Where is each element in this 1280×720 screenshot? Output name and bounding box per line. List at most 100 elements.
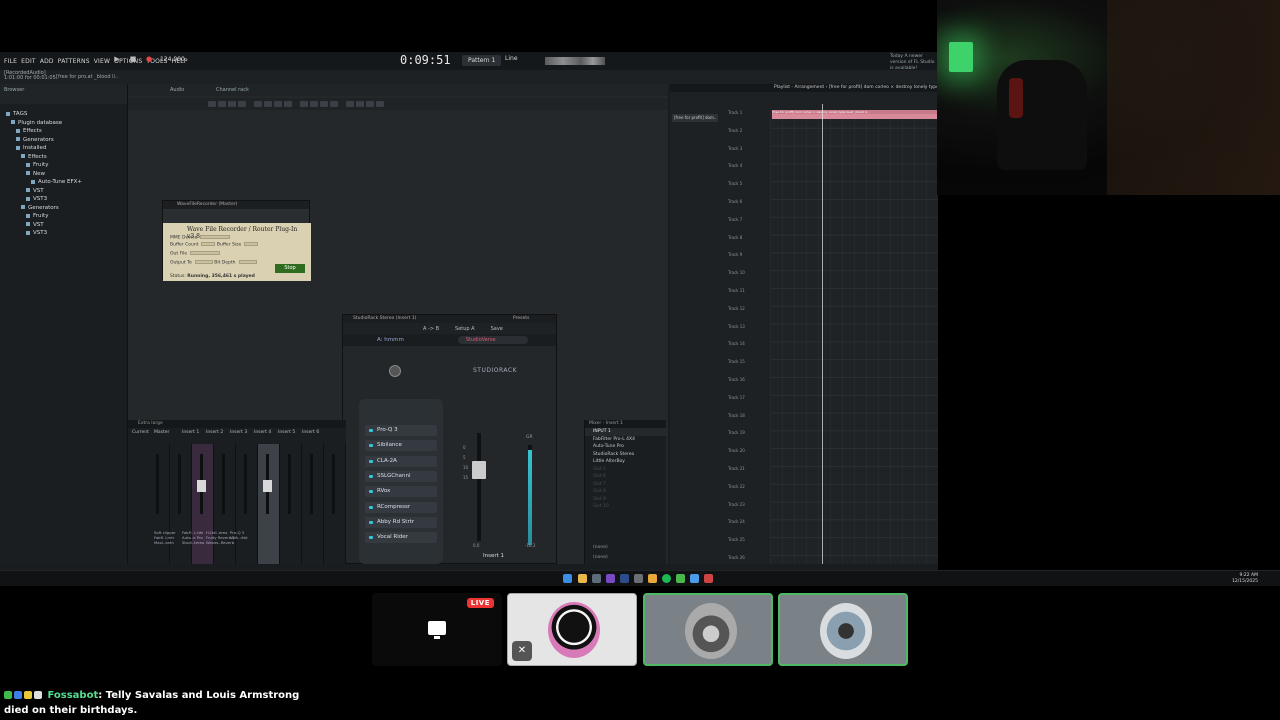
chat-username[interactable]: Fossabot	[47, 690, 98, 701]
mixer-track-label[interactable]: Insert 3	[230, 430, 247, 435]
tempo-display[interactable]: 124.000	[160, 56, 185, 63]
step-button[interactable]	[238, 101, 246, 107]
track-header[interactable]: Track 5	[728, 181, 768, 199]
menu-view[interactable]: VIEW	[94, 58, 110, 65]
participant-tile-1[interactable]: ✕	[507, 593, 637, 666]
participant-tile-3[interactable]	[778, 593, 908, 666]
playlist-title[interactable]: Playlist - Arrangement › [free for profi…	[670, 84, 938, 92]
file-explorer-icon[interactable]	[578, 574, 587, 583]
track-header[interactable]: Track 2	[728, 128, 768, 146]
step-button[interactable]	[366, 101, 374, 107]
app-icon-4[interactable]	[634, 574, 643, 583]
song-time-display[interactable]: 0:09:51	[400, 53, 451, 67]
plugin-slot[interactable]: RCompressr	[365, 501, 437, 513]
browser-tree-item[interactable]: Generators	[0, 136, 127, 145]
step-button[interactable]	[346, 101, 354, 107]
spotify-icon[interactable]	[662, 574, 671, 583]
step-button[interactable]	[320, 101, 328, 107]
app-icon-3[interactable]	[620, 574, 629, 583]
app-icon-5[interactable]	[676, 574, 685, 583]
track-header[interactable]: Track 18	[728, 413, 768, 431]
windows-start-icon[interactable]	[563, 574, 572, 583]
output-none-1[interactable]: (none)	[585, 544, 608, 552]
plugin-slot[interactable]: Pro-Q 3	[365, 425, 437, 436]
studioverse-search[interactable]: StudioVerse	[457, 336, 528, 344]
track-header[interactable]: Track 23	[728, 502, 768, 520]
track-header[interactable]: Track 25	[728, 537, 768, 555]
setup-button[interactable]: Setup A	[455, 326, 475, 332]
app-icon-6[interactable]	[690, 574, 699, 583]
track-header[interactable]: Track 8	[728, 235, 768, 253]
mixer-strip[interactable]	[324, 444, 346, 564]
track-header[interactable]: Track 17	[728, 395, 768, 413]
step-button[interactable]	[330, 101, 338, 107]
menu-edit[interactable]: EDIT	[21, 58, 36, 65]
plugin-slot[interactable]: RVox	[365, 486, 437, 498]
track-header[interactable]: Track 14	[728, 341, 768, 359]
mixer-track-label[interactable]: Insert 2	[206, 430, 223, 435]
play-icon[interactable]: ▶	[112, 54, 122, 64]
browser-tree-item[interactable]: VST3	[0, 229, 127, 238]
menu-add[interactable]: ADD	[40, 58, 54, 65]
browser-tree-item[interactable]: Generators	[0, 204, 127, 213]
mixer-strip[interactable]	[148, 444, 170, 564]
browser-tree-item[interactable]: TAGS	[0, 110, 127, 119]
screen-share-tile[interactable]: LIVE	[372, 593, 502, 666]
system-clock[interactable]: 9:22 AM 12/15/2025	[1232, 573, 1258, 585]
track-header[interactable]: Track 22	[728, 484, 768, 502]
mixer-strip[interactable]	[258, 444, 280, 564]
ab-button[interactable]: A -> B	[423, 326, 439, 332]
channel-rack-label[interactable]: Channel rack	[216, 87, 249, 93]
mixer-strip[interactable]	[302, 444, 324, 564]
browser-tree-item[interactable]: Installed	[0, 144, 127, 153]
step-button[interactable]	[300, 101, 308, 107]
browser-tree-item[interactable]: VST	[0, 221, 127, 230]
wfr-titlebar[interactable]: WaveFileRecorder (Master)	[163, 201, 309, 209]
track-header[interactable]: Track 19	[728, 430, 768, 448]
insert-fx-slot[interactable]: Slot 9	[585, 496, 666, 504]
mixer-fader[interactable]	[263, 480, 272, 492]
insert-fx-slot[interactable]: Slot 5	[585, 466, 666, 474]
insert-fx-slot[interactable]: Little AlterBoy	[585, 458, 666, 466]
mixer-track-label[interactable]: Master	[154, 430, 169, 435]
line-mode[interactable]: Line	[505, 55, 518, 62]
plugin-slot[interactable]: Abby Rd Strtr	[365, 516, 437, 528]
step-button[interactable]	[356, 101, 364, 107]
browser-tree-item[interactable]: Plugin database	[0, 119, 127, 128]
track-header[interactable]: Track 10	[728, 270, 768, 288]
wfr-stop-button[interactable]: Stop	[275, 264, 305, 273]
track-header[interactable]: Track 3	[728, 146, 768, 164]
step-button[interactable]	[254, 101, 262, 107]
track-header[interactable]: Track 11	[728, 288, 768, 306]
wfr-row-output[interactable]: Output To Bit Depth	[170, 260, 257, 266]
wfr-row-out-file[interactable]: Out File	[170, 251, 221, 257]
plugin-slot[interactable]: CLA-2A	[365, 455, 437, 467]
browser-tree-item[interactable]: VST	[0, 187, 127, 196]
mixer-strip[interactable]	[192, 444, 214, 564]
plugin-slot[interactable]: Sibilance	[365, 440, 437, 452]
track-header[interactable]: Track 4	[728, 163, 768, 181]
mixer-track-label[interactable]: Insert 1	[182, 430, 199, 435]
step-button[interactable]	[208, 101, 216, 107]
wfr-row-device[interactable]: MME Device	[170, 235, 231, 241]
step-button[interactable]	[218, 101, 226, 107]
mixer-fader[interactable]	[197, 480, 206, 492]
playhead[interactable]	[822, 104, 823, 564]
mixer-track-label[interactable]: Insert 6	[302, 430, 319, 435]
plugin-slot[interactable]: SSLGChannl	[365, 470, 437, 482]
insert-fx-slot[interactable]: Slot 6	[585, 473, 666, 481]
step-button[interactable]	[264, 101, 272, 107]
browser-tree-item[interactable]: Effects	[0, 153, 127, 162]
track-header[interactable]: Track 1	[728, 110, 768, 128]
preset-selector[interactable]: A: hmmm	[377, 337, 404, 343]
track-header[interactable]: Track 9	[728, 252, 768, 270]
mixer-strip[interactable]	[170, 444, 192, 564]
browser-tree-item[interactable]: Fruity	[0, 161, 127, 170]
participant-tile-2[interactable]	[643, 593, 773, 666]
app-icon-7[interactable]	[704, 574, 713, 583]
step-button[interactable]	[284, 101, 292, 107]
step-button[interactable]	[274, 101, 282, 107]
mixer-strip[interactable]	[280, 444, 302, 564]
browser-tree-item[interactable]: Auto-Tune EFX+	[0, 178, 127, 187]
mixer-strip[interactable]	[236, 444, 258, 564]
